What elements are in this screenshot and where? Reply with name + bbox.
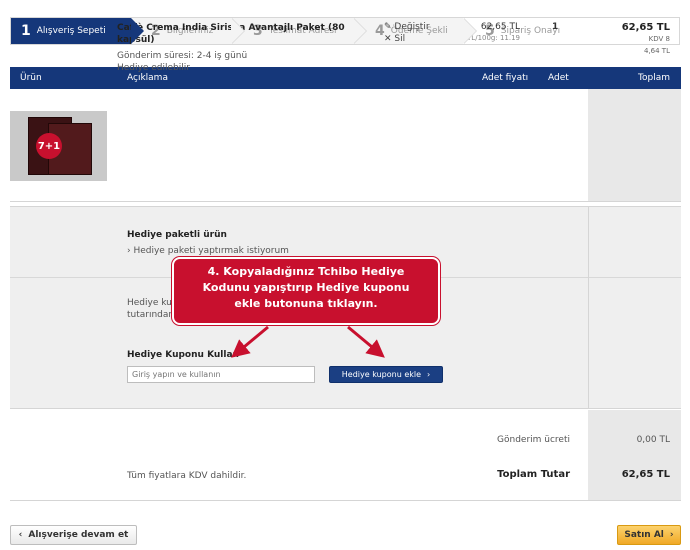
chevron-left-icon: ‹ — [18, 530, 23, 540]
item-qty: 1 — [552, 22, 559, 32]
cart-table-header: Ürün Açıklama Adet fiyatı Adet Toplam — [10, 67, 681, 89]
kdv-rate: KDV 8 — [648, 35, 670, 43]
buy-button[interactable]: Satın Al › — [617, 525, 681, 545]
add-coupon-button[interactable]: Hediye kuponu ekle › — [329, 366, 443, 383]
add-coupon-label: Hediye kuponu ekle — [341, 370, 422, 379]
buy-label: Satın Al — [624, 530, 664, 540]
gift-desc-line1: Hediye ku — [127, 298, 172, 308]
delete-item-link[interactable]: ✕ Sil — [384, 34, 405, 44]
header-description: Açıklama — [127, 73, 168, 83]
instruction-callout: 4. Kopyaladığınız Tchibo Hediye Kodunu y… — [172, 257, 440, 325]
header-unit-price: Adet fiyatı — [482, 73, 529, 83]
item-total: 62,65 TL — [621, 22, 670, 33]
coupon-heading: Hediye Kuponu Kullan — [127, 350, 239, 360]
grand-total-label: Toplam Tutar — [497, 469, 570, 480]
shipping-time: Gönderim süresi: 2-4 iş günü — [117, 51, 248, 61]
continue-shopping-button[interactable]: ‹ Alışverişe devam et — [10, 525, 137, 545]
kdv-amount: 4,64 TL — [644, 47, 670, 55]
item-price: 62,65 TL — [480, 22, 520, 32]
gift-desc-line2: tutarından — [127, 310, 175, 320]
shipping-value: 0,00 TL — [636, 435, 670, 445]
delete-label: Sil — [394, 34, 406, 44]
step-number: 1 — [21, 23, 31, 39]
cart-item-row: 7+1 — [10, 89, 681, 202]
kdv-note: Tüm fiyatlara KDV dahildir. — [127, 471, 247, 481]
callout-line: 4. Kopyaladığınız Tchibo Hediye — [207, 265, 405, 278]
gift-right-border — [588, 206, 589, 409]
step-label: Alışveriş Sepeti — [36, 26, 106, 36]
grand-total-value: 62,65 TL — [621, 469, 670, 480]
gift-wrap-heading: Hediye paketli ürün — [127, 230, 227, 240]
coupon-input[interactable] — [127, 366, 315, 383]
header-product: Ürün — [20, 73, 42, 83]
product-meta: Gönderim süresi: 2-4 iş günü Hediye edil… — [117, 50, 247, 74]
giftable-note: Hediye edilebilir — [117, 63, 190, 73]
callout-line: Kodunu yapıştırıp Hediye kuponu — [202, 281, 410, 294]
edit-item-link[interactable]: ✎ Değiştir — [384, 22, 430, 32]
chevron-right-icon: › — [669, 530, 674, 540]
chevron-right-icon: › — [427, 370, 431, 379]
edit-label: Değiştir — [394, 22, 430, 32]
close-icon: ✕ — [384, 34, 392, 44]
callout-line: ekle butonuna tıklayın. — [234, 297, 378, 310]
unit-price: TL/100g: 11.19 — [467, 34, 520, 42]
continue-shopping-label: Alışverişe devam et — [28, 530, 129, 540]
product-image[interactable]: 7+1 — [10, 111, 107, 181]
summary-bottom-border — [10, 500, 681, 501]
promo-badge: 7+1 — [36, 133, 62, 159]
step-cart[interactable]: 1 Alışveriş Sepeti — [11, 18, 144, 44]
shipping-label: Gönderim ücreti — [497, 435, 570, 445]
summary-total-bg — [588, 410, 681, 500]
header-total: Toplam — [638, 73, 670, 83]
header-qty: Adet — [548, 73, 569, 83]
pencil-icon: ✎ — [384, 22, 392, 32]
gift-wrap-link[interactable]: › Hediye paketi yaptırmak istiyorum — [127, 246, 289, 256]
